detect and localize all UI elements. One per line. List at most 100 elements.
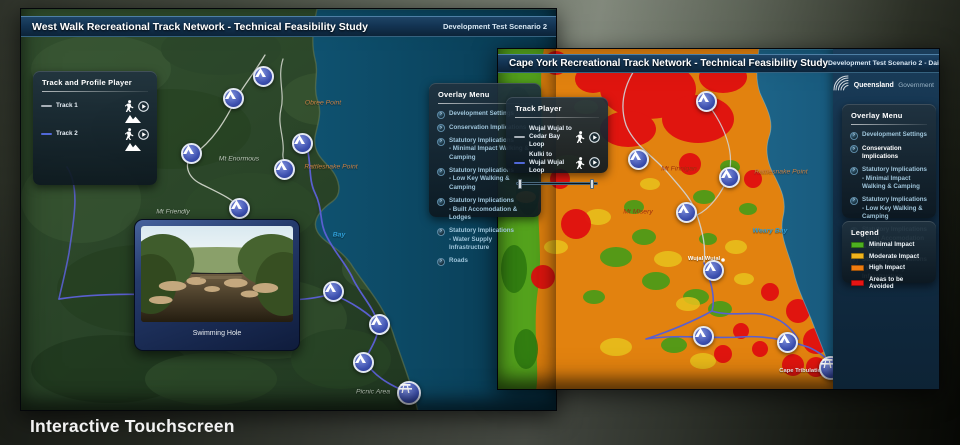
overlay-menu-item[interactable]: Conservation Implications <box>842 145 936 162</box>
campsite-marker[interactable] <box>777 332 798 353</box>
window-title: West Walk Recreational Track Network - T… <box>21 21 368 33</box>
menu-item-label: Development Settings <box>449 110 514 119</box>
overlay-menu-item[interactable]: Statutory Implications- Minimal Impact W… <box>842 166 936 191</box>
scenario-label: Development Test Scenario 2 <box>443 22 556 31</box>
toggle-icon[interactable] <box>850 167 858 175</box>
tent-icon <box>630 151 641 160</box>
track-profile-player-panel: Track and Profile Player Track 1 <box>33 71 157 185</box>
track-name: Track 1 <box>56 102 121 110</box>
track-entry: Track 1 <box>33 98 157 126</box>
campsite-marker[interactable] <box>253 66 274 87</box>
campsite-marker[interactable] <box>696 91 717 112</box>
toggle-icon[interactable] <box>437 124 445 132</box>
mountain-profile-icon[interactable] <box>125 114 141 123</box>
campsite-marker[interactable] <box>274 159 295 180</box>
toggle-icon[interactable] <box>437 228 445 236</box>
cape-york-window: Mt FinniganMt MiseryRattlesnake PointWea… <box>497 48 940 390</box>
play-button[interactable] <box>589 132 600 143</box>
campsite-marker[interactable] <box>693 326 714 347</box>
photo-popup[interactable]: Swimming Hole <box>134 219 300 351</box>
play-button[interactable] <box>589 157 600 168</box>
toggle-icon[interactable] <box>850 197 858 205</box>
toggle-icon[interactable] <box>437 111 445 119</box>
toggle-icon[interactable] <box>850 132 858 140</box>
panel-title: Overlay Menu <box>842 104 936 124</box>
photo-caption: Swimming Hole <box>141 322 293 344</box>
legend-row: Minimal Impact <box>842 241 936 248</box>
toggle-icon[interactable] <box>437 198 445 206</box>
legend-row: High Impact <box>842 264 936 271</box>
campsite-marker[interactable] <box>628 149 649 170</box>
slider-handle-start[interactable] <box>518 179 522 189</box>
track-player-panel: Track Player Wujal Wujal toCedar Bay Loo… <box>506 97 608 173</box>
menu-item-label: Statutory Implications- Built Accomodati… <box>449 197 533 222</box>
track-name: Kulki toWujal Wujal Loop <box>529 151 572 176</box>
menu-item-label: Statutory Implications- Low Key Walking … <box>862 196 928 221</box>
tent-icon <box>721 169 732 178</box>
campsite-marker[interactable] <box>223 88 244 109</box>
track-list: Wujal Wujal toCedar Bay Loop <box>506 124 608 175</box>
logo-line-2: Government <box>898 82 934 89</box>
track-name: Track 2 <box>56 130 121 138</box>
menu-item-label: Conservation Implications <box>862 145 928 162</box>
tent-icon <box>695 328 706 337</box>
overlay-menu-item[interactable]: Statutory Implications- Water Supply Inf… <box>429 227 541 252</box>
tent-icon <box>371 316 382 325</box>
west-walk-titlebar: West Walk Recreational Track Network - T… <box>21 16 556 37</box>
menu-item-label: Development Settings <box>862 131 927 140</box>
overlay-menu-item[interactable]: Development Settings <box>842 131 936 140</box>
legend-color-swatch <box>851 242 864 248</box>
overlay-menu-item[interactable]: Statutory Implications- Built Accomodati… <box>429 197 541 222</box>
campsite-marker[interactable] <box>719 167 740 188</box>
toggle-icon[interactable] <box>437 168 445 176</box>
profile-button-row <box>33 112 157 126</box>
menu-item-label: Statutory Implications- Water Supply Inf… <box>449 227 533 252</box>
river-scene-graphic <box>141 226 293 322</box>
tent-icon <box>276 161 287 170</box>
menu-item-label: Statutory Implications- Minimal Impact W… <box>862 166 928 191</box>
overlay-menu-item[interactable]: Statutory Implications- Low Key Walking … <box>842 196 936 221</box>
divider <box>851 124 927 125</box>
campsite-marker[interactable] <box>703 260 724 281</box>
play-button[interactable] <box>138 101 149 112</box>
track-list: Track 1 Tra <box>33 98 157 154</box>
tent-icon <box>779 334 790 343</box>
campsite-marker[interactable] <box>353 352 374 373</box>
legend-color-swatch <box>851 265 864 271</box>
campsite-marker[interactable] <box>323 281 344 302</box>
track-entry: Kulki toWujal Wujal Loop <box>506 150 608 176</box>
legend-label: High Impact <box>869 264 905 271</box>
campsite-marker[interactable] <box>369 314 390 335</box>
toggle-icon[interactable] <box>850 145 858 153</box>
tent-icon <box>255 68 266 77</box>
overlay-menu-item[interactable]: Roads <box>429 257 541 266</box>
legend-color-swatch <box>851 280 864 286</box>
hiker-icon <box>125 128 134 140</box>
hiker-icon <box>125 100 134 112</box>
track-entry: Wujal Wujal toCedar Bay Loop <box>506 124 608 150</box>
tent-icon <box>294 135 305 144</box>
legend-row: Areas to be Avoided <box>842 276 936 290</box>
campsite-marker[interactable] <box>397 381 421 405</box>
panel-title: Track Player <box>506 97 608 117</box>
track-progress-slider[interactable] <box>516 182 598 185</box>
track-color-swatch <box>41 105 52 107</box>
campsite-marker[interactable] <box>229 198 250 219</box>
legend-label: Minimal Impact <box>869 241 915 248</box>
campsite-marker[interactable] <box>181 143 202 164</box>
toggle-icon[interactable] <box>437 258 445 266</box>
campsite-marker[interactable] <box>292 133 313 154</box>
legend-color-swatch <box>851 253 864 259</box>
tent-icon <box>325 283 336 292</box>
slider-handle-end[interactable] <box>590 179 594 189</box>
overlay-menu-panel: Overlay Menu Development Settings Conser… <box>842 104 936 218</box>
mountain-profile-icon[interactable] <box>125 142 141 151</box>
play-button[interactable] <box>138 129 149 140</box>
campsite-marker[interactable] <box>676 202 697 223</box>
profile-button-row <box>33 140 157 154</box>
toggle-icon[interactable] <box>437 138 445 146</box>
track-color-swatch <box>514 162 525 164</box>
divider <box>42 91 148 92</box>
tent-icon <box>705 262 716 271</box>
picnic-table-icon <box>399 383 412 393</box>
